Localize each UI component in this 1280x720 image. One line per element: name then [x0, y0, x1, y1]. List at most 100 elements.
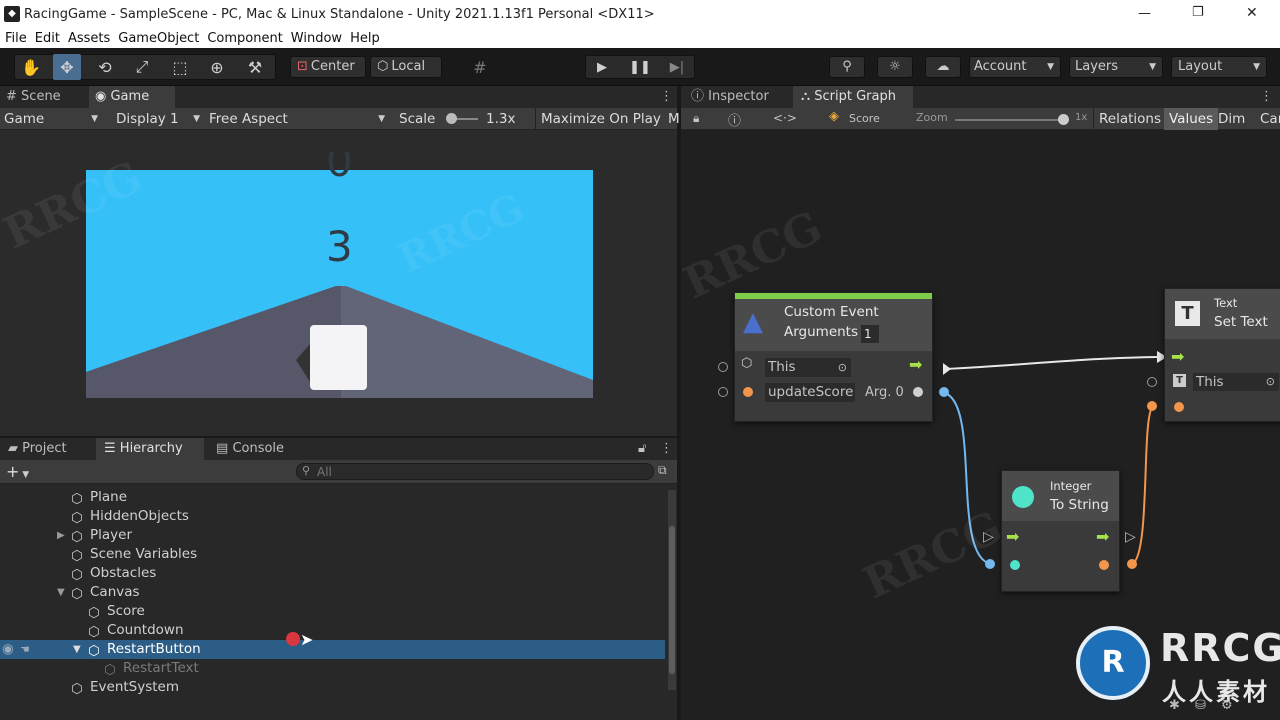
layout-dropdown[interactable]: Layout ▼ — [1171, 56, 1267, 78]
transform-tool-icon[interactable]: ⊕ — [203, 54, 231, 80]
settings-icon[interactable]: ⚙ — [1221, 698, 1233, 713]
pickable-icon[interactable]: ☚ — [20, 640, 30, 659]
menu-gameobject[interactable]: GameObject — [114, 30, 203, 47]
step-button[interactable]: ▶| — [663, 54, 691, 80]
search-icon: ⚲ — [842, 59, 852, 74]
input-port[interactable] — [718, 387, 728, 397]
tree-item[interactable]: ⬡ RestartText — [0, 659, 665, 678]
pause-button[interactable]: ❚❚ — [626, 54, 654, 80]
rotate-tool-icon[interactable]: ⟲ — [91, 54, 119, 80]
input-port[interactable] — [1147, 377, 1157, 387]
tree-item[interactable]: ⬡ Countdown — [0, 621, 665, 640]
move-tool-icon[interactable]: ✥ — [53, 54, 81, 80]
menu-component[interactable]: Component — [203, 30, 286, 47]
int-in-port[interactable] — [1010, 560, 1020, 570]
tree-item[interactable]: ⬡ Plane — [0, 488, 665, 507]
display-dropdown[interactable]: Display 1 ▼ — [116, 108, 204, 130]
value-out-port[interactable] — [913, 387, 923, 397]
pivot-toggle[interactable]: ⊡ Center — [290, 56, 366, 78]
flow-in-arrow-icon: ➡ — [1171, 347, 1185, 366]
set-text-node[interactable]: T Text Set Text ➡ T This ⊙ — [1164, 288, 1280, 422]
target-field[interactable]: This ⊙ — [1193, 373, 1279, 391]
tree-item[interactable]: ⬡ Scene Variables — [0, 545, 665, 564]
node-kind: Integer — [1050, 479, 1092, 493]
tree-item[interactable]: ⬡ Score — [0, 602, 665, 621]
menu-assets[interactable]: Assets — [64, 30, 114, 47]
tree-item[interactable]: ▼ ⬡ Canvas — [0, 583, 665, 602]
int-in-connector[interactable] — [985, 559, 995, 569]
account-dropdown[interactable]: Account ▼ — [969, 56, 1061, 78]
string-out-port[interactable] — [1099, 560, 1109, 570]
menu-help[interactable]: Help — [346, 30, 384, 47]
target-picker-icon[interactable]: ⊙ — [1266, 373, 1275, 391]
scale-slider[interactable] — [446, 113, 478, 124]
debug-icon[interactable]: ✱ — [1169, 698, 1180, 713]
scrollbar-thumb[interactable] — [669, 526, 675, 674]
arguments-field[interactable]: 1 — [861, 325, 879, 343]
tab-console[interactable]: ▤ Console — [208, 438, 300, 460]
game-mode-dropdown[interactable]: Game ▼ — [4, 108, 104, 130]
tab-project[interactable]: ▰ Project — [0, 438, 92, 460]
grid-snap-icon[interactable]: # — [466, 54, 494, 80]
close-button[interactable]: ✕ — [1246, 5, 1258, 21]
tab-game[interactable]: ◉ Game — [89, 86, 175, 108]
hierarchy-search[interactable]: ⚲ — [296, 463, 654, 480]
cache-icon[interactable]: ⛁ — [1195, 698, 1206, 713]
menu-window[interactable]: Window — [287, 30, 346, 47]
panel-menu-icon[interactable]: ⋮ — [660, 441, 673, 456]
panel-menu-icon[interactable]: ⋮ — [660, 89, 673, 104]
rect-tool-icon[interactable]: ⬚ — [166, 54, 194, 80]
string-in-connector[interactable] — [1147, 401, 1157, 411]
aspect-dropdown[interactable]: Free Aspect ▼ — [209, 108, 387, 130]
gameobject-icon: ⬡ — [71, 567, 83, 583]
menu-edit[interactable]: Edit — [31, 30, 64, 47]
search-options-icon[interactable]: ⧉ — [658, 463, 667, 478]
collapse-arrow-icon[interactable]: ▼ — [57, 583, 65, 602]
game-view: 0 3 — [0, 130, 677, 436]
create-button[interactable]: + ▼ — [6, 462, 29, 481]
tree-item[interactable]: ⬡ Obstacles — [0, 564, 665, 583]
string-out-connector[interactable] — [1127, 559, 1137, 569]
visibility-icon[interactable]: ◉ — [2, 640, 14, 659]
tab-scene[interactable]: # Scene — [0, 86, 88, 108]
lock-icon[interactable]: 🔓︎ — [638, 441, 646, 456]
maximize-on-play-button[interactable]: Maximize On Play — [535, 108, 661, 130]
vertical-scrollbar[interactable] — [668, 490, 676, 690]
expand-arrow-icon[interactable]: ▶ — [57, 526, 65, 545]
minimize-button[interactable]: — — [1138, 6, 1151, 21]
int-out-port[interactable] — [939, 387, 949, 397]
restore-button[interactable]: ❐ — [1192, 5, 1204, 20]
tree-item[interactable]: ⬡ EventSystem — [0, 678, 665, 697]
score-text: 0 — [326, 152, 353, 178]
scale-slider-handle[interactable] — [446, 113, 457, 124]
tree-item[interactable]: ⬡ HiddenObjects — [0, 507, 665, 526]
main-toolbar: ✋ ✥ ⟲ ⤢ ⬚ ⊕ ⚒ ⊡ Center ⬡ Local # ▶ ❚❚ ▶| ⚲… — [0, 48, 1280, 86]
tree-item[interactable]: ▶ ⬡ Player — [0, 526, 665, 545]
string-in-port[interactable] — [1174, 402, 1184, 412]
tab-hierarchy[interactable]: ☰ Hierarchy — [96, 438, 204, 460]
scale-tool-icon[interactable]: ⤢ — [128, 54, 156, 80]
tree-item-selected[interactable]: ◉ ☚ ▼ ⬡ RestartButton — [0, 640, 665, 659]
truncated-option[interactable]: M — [668, 108, 680, 130]
event-name-field[interactable]: updateScore — [765, 383, 855, 402]
target-picker-icon[interactable]: ⊙ — [838, 358, 847, 377]
search-input[interactable] — [317, 465, 637, 479]
target-field[interactable]: This ⊙ — [765, 358, 851, 377]
search-button[interactable]: ⚲ — [829, 56, 865, 78]
collapse-arrow-icon[interactable]: ▼ — [73, 640, 81, 659]
arguments-label: Arguments — [784, 324, 859, 340]
input-port[interactable] — [718, 362, 728, 372]
to-string-node[interactable]: Integer To String ➡ ➡ — [1001, 470, 1120, 592]
play-button[interactable]: ▶ — [588, 54, 616, 80]
string-port[interactable] — [743, 387, 753, 397]
space-toggle[interactable]: ⬡ Local — [370, 56, 442, 78]
menu-file[interactable]: File — [1, 30, 31, 47]
layers-dropdown[interactable]: Layers ▼ — [1069, 56, 1163, 78]
collab-button[interactable]: ☼ — [877, 56, 913, 78]
custom-event-node[interactable]: ▲ Custom Event Arguments 1 ⬡ This ⊙ ➡ upd… — [734, 292, 933, 422]
custom-tool-icon[interactable]: ⚒ — [241, 54, 269, 80]
title-bar: ◆ RacingGame - SampleScene - PC, Mac & L… — [0, 0, 1280, 30]
cloud-button[interactable]: ☁ — [925, 56, 961, 78]
cube-icon: ⬡ — [741, 356, 753, 371]
hand-tool-icon[interactable]: ✋ — [17, 54, 45, 80]
